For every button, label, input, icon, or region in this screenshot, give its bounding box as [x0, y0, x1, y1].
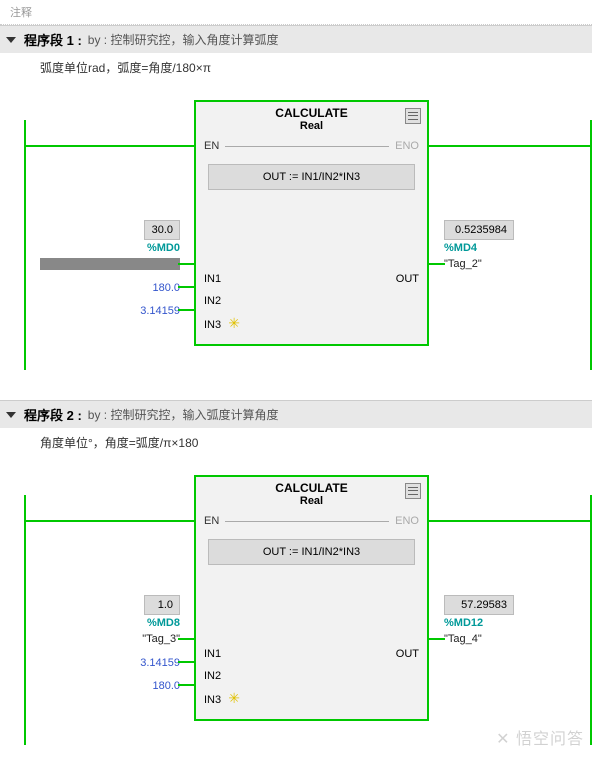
pin-in3: IN3 ✳	[204, 315, 240, 332]
in1-wire	[178, 638, 194, 640]
in1-address: %MD0	[142, 240, 180, 256]
network-segment-1: 程序段 1 : by : 控制研究控，输入角度计算弧度 弧度单位rad，弧度=角…	[0, 25, 592, 380]
in2-value: 3.14159	[140, 655, 180, 671]
comment-label: 注释	[0, 0, 592, 25]
pin-out: OUT	[396, 648, 419, 660]
segment-byline: by : 控制研究控，输入弧度计算角度	[88, 406, 279, 423]
calculator-icon[interactable]	[405, 483, 421, 499]
out-address: %MD4	[444, 240, 514, 256]
pin-row-in1-out: IN1 OUT	[196, 268, 427, 290]
in3-const[interactable]: 180.0	[152, 678, 180, 694]
in3-const[interactable]: 3.14159	[140, 303, 180, 319]
star-icon: ✳	[228, 690, 240, 706]
in3-wire	[178, 684, 194, 686]
in3-value: 180.0	[152, 678, 180, 694]
in3-wire	[178, 309, 194, 311]
out-tag-stack[interactable]: 57.29583 %MD12 "Tag_4"	[444, 595, 514, 647]
en-wire	[24, 520, 194, 522]
segment-header-1[interactable]: 程序段 1 : by : 控制研究控，输入角度计算弧度	[0, 25, 592, 53]
en-label: EN	[204, 140, 219, 152]
star-icon: ✳	[228, 315, 240, 331]
out-tag-name: "Tag_2"	[444, 256, 514, 272]
in1-selection-highlight	[40, 258, 180, 270]
in2-const[interactable]: 180.0	[152, 280, 180, 296]
power-rail-left	[24, 120, 26, 370]
segment-description: 角度单位°，角度=弧度/π×180	[0, 428, 592, 465]
in1-address: %MD8	[142, 615, 180, 631]
expression-box[interactable]: OUT := IN1/IN2*IN3	[208, 164, 415, 190]
collapse-arrow-icon[interactable]	[6, 412, 16, 418]
pin-in3: IN3 ✳	[204, 690, 240, 707]
network-segment-2: 程序段 2 : by : 控制研究控，输入弧度计算角度 角度单位°，角度=弧度/…	[0, 400, 592, 755]
watermark: ✕ 悟空问答	[496, 725, 584, 749]
in2-wire	[178, 286, 194, 288]
pin-in1: IN1	[204, 648, 221, 660]
block-title: CALCULATE	[196, 477, 427, 495]
collapse-arrow-icon[interactable]	[6, 37, 16, 43]
out-tag-stack[interactable]: 0.5235984 %MD4 "Tag_2"	[444, 220, 514, 272]
en-wire	[24, 145, 194, 147]
pin-row-in2: IN2	[196, 665, 427, 687]
out-tag-name: "Tag_4"	[444, 631, 514, 647]
block-datatype: Real	[196, 120, 427, 138]
eno-wire	[428, 145, 592, 147]
pin-in1: IN1	[204, 273, 221, 285]
pins-area: IN1 OUT IN2 IN3 ✳	[196, 200, 427, 344]
expression-box[interactable]: OUT := IN1/IN2*IN3	[208, 539, 415, 565]
block-title: CALCULATE	[196, 102, 427, 120]
pin-in3-label: IN3	[204, 319, 221, 331]
pin-row-in3: IN3 ✳	[196, 312, 427, 334]
calculate-block[interactable]: CALCULATE Real EN ENO OUT := IN1/IN2*IN3…	[194, 475, 429, 721]
in2-value: 180.0	[152, 280, 180, 296]
in3-value: 3.14159	[140, 303, 180, 319]
segment-byline: by : 控制研究控，输入角度计算弧度	[88, 31, 279, 48]
en-divider	[225, 521, 389, 522]
in1-tag-stack[interactable]: 1.0 %MD8 "Tag_3"	[142, 595, 180, 647]
pin-in3-label: IN3	[204, 694, 221, 706]
en-eno-row: EN ENO	[196, 513, 427, 529]
calculator-icon[interactable]	[405, 108, 421, 124]
out-address: %MD12	[444, 615, 514, 631]
en-label: EN	[204, 515, 219, 527]
block-datatype: Real	[196, 495, 427, 513]
pin-row-in2: IN2	[196, 290, 427, 312]
en-divider	[225, 146, 389, 147]
power-rail-left	[24, 495, 26, 745]
pins-area: IN1 OUT IN2 IN3 ✳	[196, 575, 427, 719]
ladder-network-2: CALCULATE Real EN ENO OUT := IN1/IN2*IN3…	[0, 465, 592, 755]
segment-title: 程序段 1 :	[24, 30, 82, 49]
in1-tag-name: "Tag_3"	[142, 631, 180, 647]
pin-row-in3: IN3 ✳	[196, 687, 427, 709]
ladder-network-1: CALCULATE Real EN ENO OUT := IN1/IN2*IN3…	[0, 90, 592, 380]
segment-title: 程序段 2 :	[24, 405, 82, 424]
pin-row-in1-out: IN1 OUT	[196, 643, 427, 665]
eno-wire	[428, 520, 592, 522]
calculate-block[interactable]: CALCULATE Real EN ENO OUT := IN1/IN2*IN3…	[194, 100, 429, 346]
en-eno-row: EN ENO	[196, 138, 427, 154]
eno-label: ENO	[395, 515, 419, 527]
eno-label: ENO	[395, 140, 419, 152]
out-wire	[429, 638, 445, 640]
out-value: 57.29583	[444, 595, 514, 615]
pin-out: OUT	[396, 273, 419, 285]
out-value: 0.5235984	[444, 220, 514, 240]
in1-wire	[178, 263, 194, 265]
pin-in2: IN2	[204, 295, 221, 307]
out-wire	[429, 263, 445, 265]
block-title-text: CALCULATE	[275, 481, 347, 495]
segment-header-2[interactable]: 程序段 2 : by : 控制研究控，输入弧度计算角度	[0, 400, 592, 428]
segment-description: 弧度单位rad，弧度=角度/180×π	[0, 53, 592, 90]
pin-in2: IN2	[204, 670, 221, 682]
in2-wire	[178, 661, 194, 663]
in1-value: 30.0	[144, 220, 180, 240]
in2-const[interactable]: 3.14159	[140, 655, 180, 671]
block-title-text: CALCULATE	[275, 106, 347, 120]
in1-value: 1.0	[144, 595, 180, 615]
